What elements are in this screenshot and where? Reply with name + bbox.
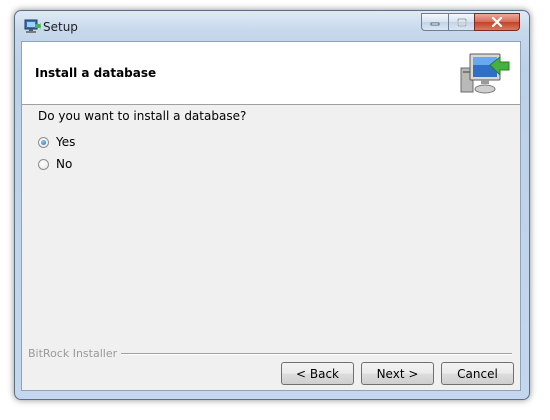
database-question: Do you want to install a database?	[38, 109, 247, 123]
setup-window: Setup Install a database Do you want to …	[14, 10, 530, 400]
close-icon	[491, 17, 503, 27]
installer-brand-label: BitRock Installer	[28, 347, 122, 360]
back-button[interactable]: < Back	[281, 362, 354, 385]
installer-computer-arrow-icon	[460, 53, 510, 94]
radio-no-label[interactable]: No	[56, 157, 72, 171]
setup-app-icon	[24, 19, 41, 33]
next-button[interactable]: Next >	[361, 362, 434, 385]
radio-yes-circle[interactable]	[38, 136, 49, 148]
maximize-button[interactable]	[448, 13, 474, 31]
maximize-icon	[456, 17, 467, 27]
radio-no-circle[interactable]	[38, 158, 49, 170]
cancel-button[interactable]: Cancel	[441, 362, 514, 385]
radio-no[interactable]: No	[38, 156, 72, 172]
footer-separator	[118, 353, 512, 355]
title-bar[interactable]: Setup	[15, 11, 529, 41]
header-band: Install a database	[22, 42, 520, 105]
dialog-content: Install a database Do you want to instal…	[21, 41, 521, 391]
radio-yes-label[interactable]: Yes	[56, 135, 75, 149]
minimize-button[interactable]	[421, 13, 448, 31]
window-title: Setup	[43, 20, 78, 34]
radio-selected-dot	[41, 139, 46, 145]
close-button[interactable]	[474, 13, 520, 31]
page-title: Install a database	[35, 66, 157, 80]
minimize-icon	[430, 22, 440, 26]
radio-yes[interactable]: Yes	[38, 134, 75, 150]
